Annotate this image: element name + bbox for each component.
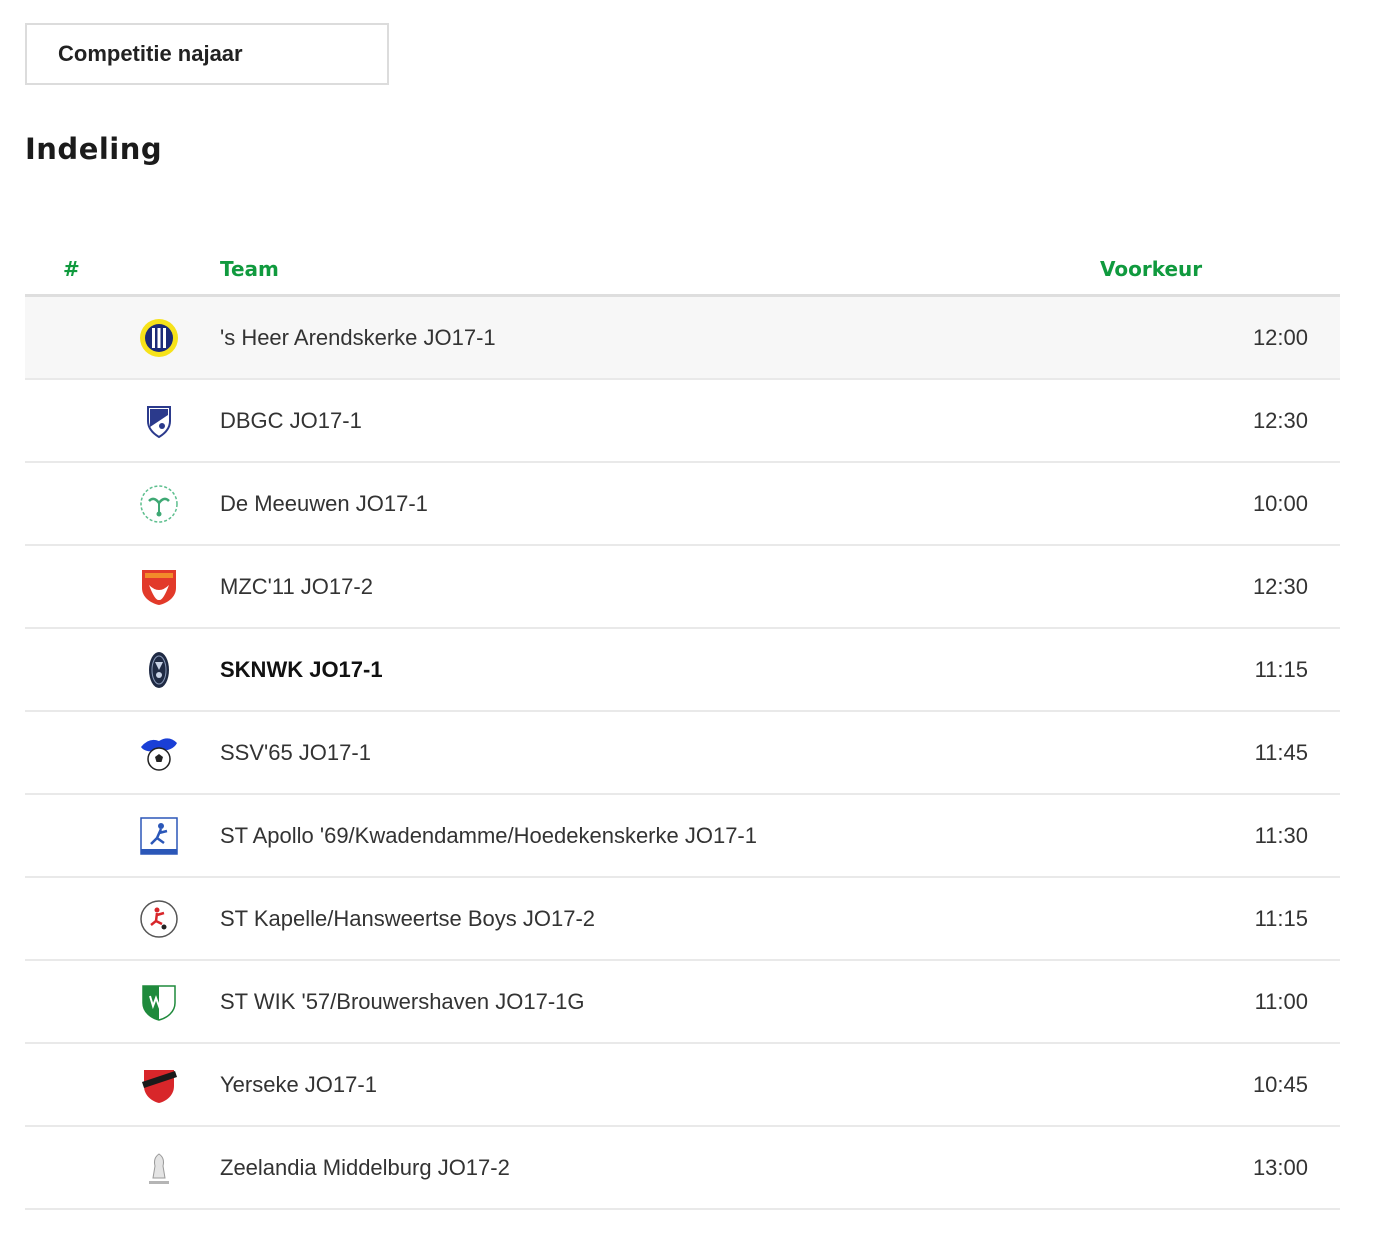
yerseke-logo-icon [139,1065,179,1105]
wik57-logo-icon [139,982,179,1022]
table-row[interactable]: Yerseke JO17-1 10:45 [25,1044,1340,1127]
kapelle-logo-icon [139,899,179,939]
preference-time: 10:45 [1252,1072,1308,1097]
team-name[interactable]: ST WIK '57/Brouwershaven JO17-1G [220,989,585,1015]
team-name[interactable]: De Meeuwen JO17-1 [220,491,428,517]
preference-time: 11:30 [1254,823,1308,848]
table-row[interactable]: De Meeuwen JO17-1 10:00 [25,463,1340,546]
preference-time: 11:00 [1254,989,1308,1014]
table-row[interactable]: MZC'11 JO17-2 12:30 [25,546,1340,629]
preference-time: 12:30 [1252,574,1308,599]
preference-time: 11:15 [1254,657,1308,682]
team-name[interactable]: ST Apollo '69/Kwadendamme/Hoedekenskerke… [220,823,757,849]
s-heer-arendskerke-logo-icon [139,318,179,358]
table-row[interactable]: DBGC JO17-1 12:30 [25,380,1340,463]
team-name[interactable]: DBGC JO17-1 [220,408,362,434]
team-name[interactable]: 's Heer Arendskerke JO17-1 [220,325,496,351]
preference-time: 12:30 [1252,408,1308,433]
preference-time: 11:45 [1254,740,1308,765]
team-name[interactable]: SKNWK JO17-1 [220,657,383,683]
standings-table: # Team Voorkeur 's Heer Arendskerke JO17… [25,243,1340,1210]
table-header: # Team Voorkeur [25,243,1340,297]
competition-select[interactable]: Competitie najaar [25,23,389,85]
column-header-team[interactable]: Team [220,257,279,281]
ssv65-logo-icon [139,733,179,773]
preference-time: 13:00 [1252,1155,1308,1180]
team-name[interactable]: Yerseke JO17-1 [220,1072,377,1098]
table-row[interactable]: SSV'65 JO17-1 11:45 [25,712,1340,795]
dbgc-logo-icon [139,401,179,441]
team-name[interactable]: ST Kapelle/Hansweertse Boys JO17-2 [220,906,595,932]
sknwk-logo-icon [139,650,179,690]
table-row[interactable]: ST WIK '57/Brouwershaven JO17-1G 11:00 [25,961,1340,1044]
team-name[interactable]: SSV'65 JO17-1 [220,740,371,766]
table-row[interactable]: Zeelandia Middelburg JO17-2 13:00 [25,1127,1340,1210]
preference-time: 12:00 [1252,325,1308,350]
zeelandia-logo-icon [139,1148,179,1188]
table-row[interactable]: ST Kapelle/Hansweertse Boys JO17-2 11:15 [25,878,1340,961]
preference-time: 10:00 [1252,491,1308,516]
team-name[interactable]: Zeelandia Middelburg JO17-2 [220,1155,510,1181]
apollo69-logo-icon [139,816,179,856]
competition-select-value: Competitie najaar [58,41,243,66]
page-title: Indeling [25,132,163,166]
table-row[interactable]: 's Heer Arendskerke JO17-1 12:00 [25,297,1340,380]
mzc11-logo-icon [139,567,179,607]
preference-time: 11:15 [1254,906,1308,931]
team-name[interactable]: MZC'11 JO17-2 [220,574,373,600]
column-header-rank[interactable]: # [63,257,80,281]
table-row[interactable]: ST Apollo '69/Kwadendamme/Hoedekenskerke… [25,795,1340,878]
table-row[interactable]: SKNWK JO17-1 11:15 [25,629,1340,712]
column-header-preference[interactable]: Voorkeur [1100,257,1202,281]
de-meeuwen-logo-icon [139,484,179,524]
